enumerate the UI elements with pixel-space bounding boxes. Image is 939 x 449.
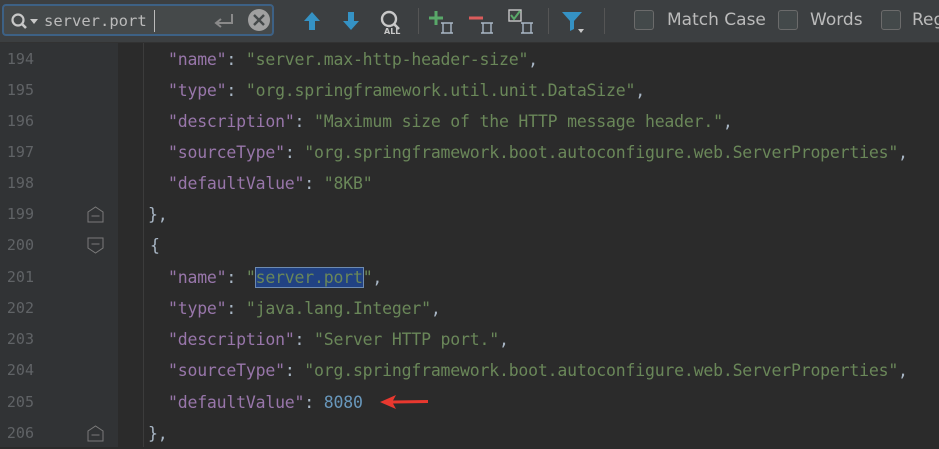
filter-icon[interactable] xyxy=(560,9,584,33)
arrow-up-icon[interactable] xyxy=(300,9,324,33)
json-value: Server HTTP port. xyxy=(323,330,490,349)
code-line: 204 "sourceType": "org.springframework.b… xyxy=(0,355,939,386)
json-value: server.max-http-header-size xyxy=(255,50,519,69)
words-label[interactable]: Words xyxy=(810,9,863,31)
line-number: 194 xyxy=(6,50,34,68)
toolbar-separator xyxy=(418,8,419,34)
select-all-occurrences-icon[interactable]: ALL xyxy=(378,9,406,36)
json-value: org.springframework.util.unit.DataSize xyxy=(255,81,626,100)
code-text[interactable]: "sourceType": "org.springframework.boot.… xyxy=(168,355,908,386)
json-key: sourceType xyxy=(177,361,276,380)
code-text[interactable]: "description": "Server HTTP port.", xyxy=(168,324,509,355)
line-number: 197 xyxy=(6,143,34,161)
search-icon[interactable] xyxy=(10,12,40,36)
json-key: type xyxy=(177,81,217,100)
fold-end-icon[interactable] xyxy=(87,206,104,223)
code-text[interactable]: "sourceType": "org.springframework.boot.… xyxy=(168,137,908,168)
line-number: 204 xyxy=(6,361,34,379)
line-number: 196 xyxy=(6,112,34,130)
svg-text:ALL: ALL xyxy=(384,27,400,35)
line-number: 200 xyxy=(6,236,34,254)
code-line: 205 "defaultValue": 8080 xyxy=(0,387,939,418)
json-value: org.springframework.boot.autoconfigure.w… xyxy=(314,361,889,380)
code-text[interactable]: { xyxy=(150,230,160,261)
search-box[interactable]: server.port xyxy=(2,4,274,36)
code-line: 197 "sourceType": "org.springframework.b… xyxy=(0,137,939,168)
toolbar-separator xyxy=(548,8,549,34)
line-number: 195 xyxy=(6,81,34,99)
code-text[interactable]: "defaultValue": 8080 xyxy=(168,387,363,418)
code-text[interactable]: "description": "Maximum size of the HTTP… xyxy=(168,106,733,137)
line-number: 205 xyxy=(6,393,34,411)
code-line: 203 "description": "Server HTTP port.", xyxy=(0,324,939,355)
code-line: 195 "type": "org.springframework.util.un… xyxy=(0,75,939,106)
enter-icon[interactable] xyxy=(212,10,236,36)
remove-selection-icon[interactable] xyxy=(468,9,496,34)
toolbar-separator xyxy=(604,8,605,34)
code-line: 199 }, xyxy=(0,199,939,230)
json-value: java.lang.Integer xyxy=(255,299,422,318)
line-number: 201 xyxy=(6,268,34,286)
code-line: 206 }, xyxy=(0,418,939,449)
regex-label[interactable]: Reg xyxy=(912,9,939,31)
words-checkbox[interactable] xyxy=(778,10,798,30)
regex-checkbox[interactable] xyxy=(881,10,901,30)
clear-icon[interactable] xyxy=(248,9,270,31)
code-text[interactable]: "name": "server.max-http-header-size", xyxy=(168,44,538,75)
line-number: 199 xyxy=(6,205,34,223)
line-number: 206 xyxy=(6,424,34,442)
json-key: defaultValue xyxy=(177,174,295,193)
toggle-selection-icon[interactable] xyxy=(508,9,536,34)
json-key: defaultValue xyxy=(177,393,295,412)
add-selection-icon[interactable] xyxy=(428,9,456,34)
arrow-down-icon[interactable] xyxy=(339,9,363,33)
search-match-highlight: server.port xyxy=(254,267,364,288)
code-text[interactable]: "name": "server.port", xyxy=(168,262,382,293)
code-line: 194 "name": "server.max-http-header-size… xyxy=(0,44,939,75)
fold-start-icon[interactable] xyxy=(87,237,104,254)
code-line: 196 "description": "Maximum size of the … xyxy=(0,106,939,137)
fold-end-icon[interactable] xyxy=(87,425,104,442)
json-number-value: 8080 xyxy=(323,393,363,412)
code-text[interactable]: }, xyxy=(148,418,168,449)
json-key: name xyxy=(177,50,217,69)
code-text[interactable]: "defaultValue": "8KB" xyxy=(168,168,373,199)
search-input[interactable]: server.port xyxy=(44,11,162,31)
code-text[interactable]: }, xyxy=(148,199,168,230)
json-key: type xyxy=(177,299,217,318)
code-line: 202 "type": "java.lang.Integer", xyxy=(0,293,939,324)
json-key: description xyxy=(177,330,285,349)
match-case-label[interactable]: Match Case xyxy=(667,9,766,31)
code-line: 200 { xyxy=(0,230,939,261)
match-case-checkbox[interactable] xyxy=(634,10,654,30)
json-value: 8KB xyxy=(333,174,363,193)
json-value: Maximum size of the HTTP message header. xyxy=(323,112,714,131)
code-line: 201 "name": "server.port", xyxy=(0,262,939,293)
find-toolbar: server.port ALL Match Case Words Reg xyxy=(0,0,939,43)
code-text[interactable]: "type": "java.lang.Integer", xyxy=(168,293,441,324)
json-key: sourceType xyxy=(177,143,276,162)
text-cursor xyxy=(154,10,155,32)
line-number: 198 xyxy=(6,174,34,192)
json-key: description xyxy=(177,112,285,131)
code-text[interactable]: "type": "org.springframework.util.unit.D… xyxy=(168,75,645,106)
line-number: 202 xyxy=(6,299,34,317)
json-key: name xyxy=(177,268,217,287)
code-line: 198 "defaultValue": "8KB" xyxy=(0,168,939,199)
red-arrow-annotation xyxy=(378,394,430,414)
json-value: org.springframework.boot.autoconfigure.w… xyxy=(314,143,889,162)
line-number: 203 xyxy=(6,330,34,348)
